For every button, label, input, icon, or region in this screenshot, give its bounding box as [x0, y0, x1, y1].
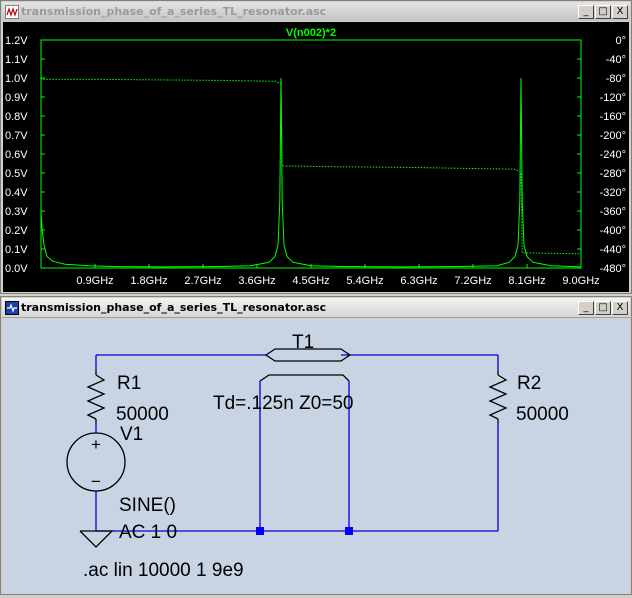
v1-plus-sign: +	[91, 435, 101, 454]
x-tick-label: 5.4GHz	[346, 275, 383, 287]
y-right-tick-label: -440°	[600, 244, 626, 256]
t1-params-label[interactable]: Td=.125n Z0=50	[213, 393, 354, 414]
phase-trace	[40, 77, 582, 255]
y-right-tick-label: -480°	[600, 263, 626, 275]
waveform-titlebar[interactable]: transmission_phase_of_a_series_TL_resona…	[2, 2, 630, 21]
maximize-button[interactable]: □	[595, 300, 611, 315]
t1-name-label[interactable]: T1	[292, 332, 314, 353]
y-left-tick-label: 0.8V	[5, 111, 28, 123]
spice-directive[interactable]: .ac lin 10000 1 9e9	[83, 560, 244, 581]
x-tick-label: 2.7GHz	[184, 275, 221, 287]
y-right-tick-label: -120°	[600, 92, 626, 104]
v1-symbol[interactable]: + −	[66, 432, 126, 492]
waveform-window: transmission_phase_of_a_series_TL_resona…	[0, 0, 632, 294]
y-left-tick-label: 0.4V	[5, 187, 28, 199]
y-right-tick-label: -320°	[600, 187, 626, 199]
schematic-window-title: transmission_phase_of_a_series_TL_resona…	[21, 301, 327, 314]
y-right-tick-label: -80°	[606, 73, 626, 85]
y-left-tick-label: 0.0V	[5, 263, 28, 275]
close-button[interactable]: X	[612, 300, 628, 315]
r2-symbol[interactable]	[488, 371, 508, 423]
junction-dot[interactable]	[256, 527, 264, 535]
y-right-tick-label: -280°	[600, 168, 626, 180]
r1-symbol[interactable]	[86, 371, 106, 423]
y-left-tick-label: 0.7V	[5, 130, 28, 142]
plot-frame	[40, 39, 582, 269]
x-tick-label: 9.0GHz	[562, 275, 599, 287]
waveform-window-title: transmission_phase_of_a_series_TL_resona…	[21, 5, 327, 18]
v1-function-label[interactable]: SINE()	[119, 495, 176, 516]
y-left-tick-label: 1.1V	[5, 54, 28, 66]
y-left-tick-label: 1.0V	[5, 73, 28, 85]
y-left-tick-label: 0.3V	[5, 206, 28, 218]
ground-symbol[interactable]	[79, 530, 114, 548]
close-button[interactable]: X	[612, 4, 628, 19]
r1-name-label[interactable]: R1	[117, 373, 141, 394]
schematic-app-icon	[5, 300, 19, 315]
y-right-tick-label: -40°	[606, 54, 626, 66]
maximize-button[interactable]: □	[595, 4, 611, 19]
r2-value-label[interactable]: 50000	[516, 404, 569, 425]
schematic-drawing[interactable]: + − T1 Td=.125n Z0=50 R1 50000 R2 50000 …	[3, 319, 629, 594]
y-right-tick-label: 0°	[615, 35, 626, 47]
junction-dot[interactable]	[345, 527, 353, 535]
magnitude-trace	[40, 77, 582, 268]
x-tick-label: 1.8GHz	[130, 275, 167, 287]
y-left-tick-label: 0.1V	[5, 244, 28, 256]
y-right-tick-label: -200°	[600, 130, 626, 142]
x-tick-label: 7.2GHz	[454, 275, 491, 287]
y-right-tick-label: -160°	[600, 111, 626, 123]
schematic-titlebar[interactable]: transmission_phase_of_a_series_TL_resona…	[2, 298, 630, 318]
x-tick-label: 3.6GHz	[238, 275, 275, 287]
schematic-canvas[interactable]: + − T1 Td=.125n Z0=50 R1 50000 R2 50000 …	[3, 319, 629, 594]
y-right-tick-label: -240°	[600, 149, 626, 161]
minimize-button[interactable]: _	[578, 300, 594, 315]
schematic-window: transmission_phase_of_a_series_TL_resona…	[0, 296, 632, 595]
waveform-plot-pane[interactable]: V(n002)*2 1.2V 1.1V 1.0V 0.9V 0.8V 0.7V 0.6V 0.5…	[3, 22, 629, 292]
v1-ac-label[interactable]: AC 1 0	[119, 522, 177, 543]
y-right-tick-label: -400°	[600, 225, 626, 237]
y-left-tick-label: 0.6V	[5, 149, 28, 161]
y-left-tick-label: 0.2V	[5, 225, 28, 237]
waveform-app-icon	[5, 4, 19, 19]
x-tick-label: 8.1GHz	[508, 275, 545, 287]
y-right-tick-label: -360°	[600, 206, 626, 218]
t1-lower-conductor[interactable]	[259, 374, 350, 382]
minimize-button[interactable]: _	[578, 4, 594, 19]
y-left-tick-label: 0.5V	[5, 168, 28, 180]
x-tick-label: 6.3GHz	[400, 275, 437, 287]
t1-symbol[interactable]	[259, 348, 352, 382]
waveform-chart[interactable]: V(n002)*2 1.2V 1.1V 1.0V 0.9V 0.8V 0.7V 0.6V 0.5…	[3, 22, 629, 292]
r1-value-label[interactable]: 50000	[116, 404, 169, 425]
x-tick-label: 4.5GHz	[292, 275, 329, 287]
v1-minus-sign: −	[91, 472, 101, 491]
v1-name-label[interactable]: V1	[120, 424, 143, 445]
x-tick-label: 0.9GHz	[76, 275, 113, 287]
y-left-tick-label: 1.2V	[5, 35, 28, 47]
chart-title: V(n002)*2	[286, 27, 336, 39]
r2-name-label[interactable]: R2	[517, 373, 541, 394]
y-left-tick-label: 0.9V	[5, 92, 28, 104]
